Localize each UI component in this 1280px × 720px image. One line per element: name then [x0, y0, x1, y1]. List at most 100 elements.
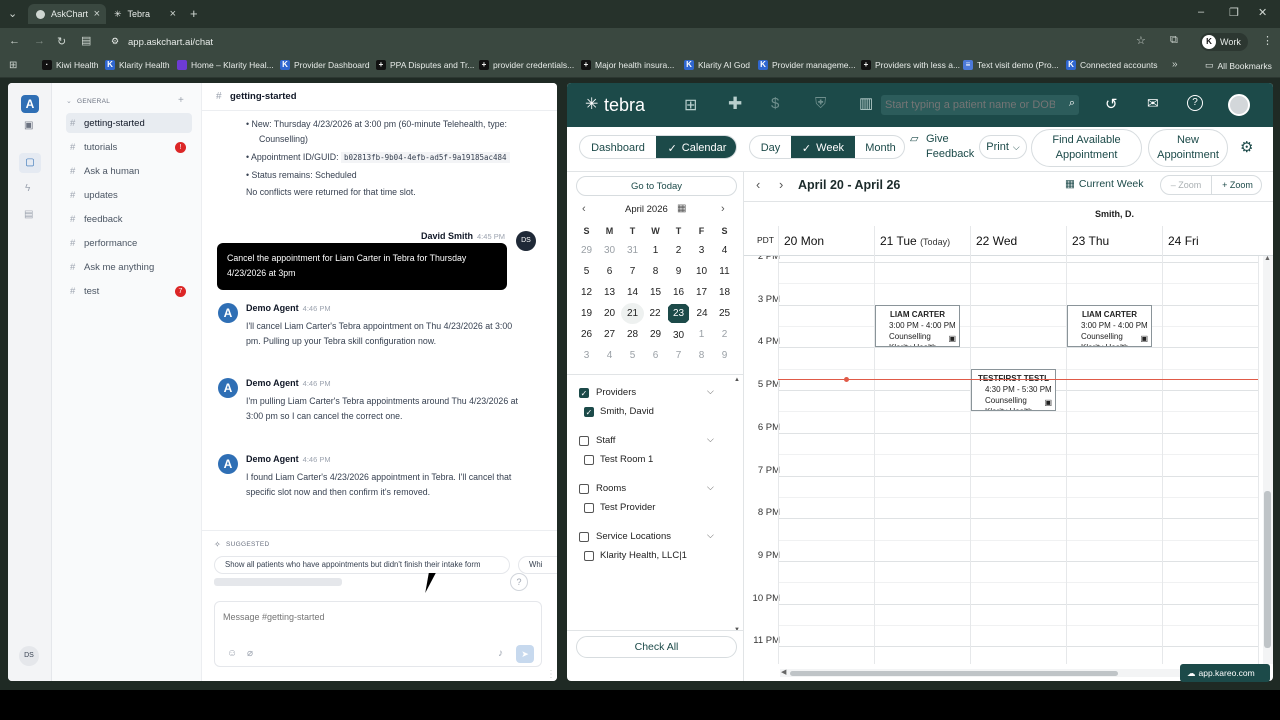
- filter-group-checkbox[interactable]: [579, 484, 589, 494]
- prev-month-icon[interactable]: ‹: [582, 203, 586, 215]
- chevron-down-icon[interactable]: ⌵: [707, 386, 714, 397]
- calendar-day[interactable]: 4: [598, 345, 621, 366]
- attach-icon[interactable]: ⌀: [247, 648, 253, 659]
- calendar-day[interactable]: 1: [690, 324, 713, 345]
- bookmark-item[interactable]: + PPA Disputes and Tr...: [376, 60, 474, 70]
- calendar-day[interactable]: 9: [713, 345, 736, 366]
- filter-group-checkbox[interactable]: [579, 532, 589, 542]
- bookmark-item[interactable]: ≡ Text visit demo (Pro...: [963, 60, 1059, 70]
- horizontal-scroll-thumb[interactable]: [790, 671, 1118, 676]
- channel-feedback[interactable]: # feedback: [66, 209, 192, 229]
- go-to-today-button[interactable]: Go to Today: [576, 176, 737, 196]
- back-icon[interactable]: ←: [9, 35, 20, 47]
- calendar-day[interactable]: 7: [621, 261, 644, 282]
- view-month[interactable]: Month: [855, 136, 904, 158]
- filter-item-checkbox[interactable]: ✓: [584, 407, 594, 417]
- month-label[interactable]: April 2026: [625, 204, 668, 215]
- calendar-day[interactable]: 11: [713, 261, 736, 282]
- bolt-icon[interactable]: ϟ: [25, 183, 30, 194]
- calendar-day[interactable]: 22: [644, 303, 667, 324]
- calendar-day[interactable]: 5: [575, 261, 598, 282]
- calendar-day[interactable]: 1: [644, 240, 667, 261]
- more-bookmarks-icon[interactable]: »: [1172, 59, 1178, 70]
- bookmark-item[interactable]: · Kiwi Health: [42, 60, 99, 70]
- calendar-day[interactable]: 25: [713, 303, 736, 324]
- settings-gear-icon[interactable]: ⚙: [1240, 138, 1253, 156]
- add-channel-icon[interactable]: +: [178, 95, 184, 106]
- grid-icon[interactable]: ⊞: [684, 95, 697, 115]
- minimize-icon[interactable]: –: [1198, 6, 1204, 18]
- tab-tebra[interactable]: ✳ Tebra ×: [106, 4, 182, 24]
- channel-updates[interactable]: # updates: [66, 185, 192, 205]
- bookmark-item[interactable]: K Connected accounts: [1066, 60, 1158, 70]
- inbox-icon[interactable]: ▣: [24, 120, 33, 131]
- tab-dashboard[interactable]: Dashboard: [580, 136, 656, 158]
- zoom-out-button[interactable]: – Zoom: [1161, 176, 1212, 194]
- filter-group-checkbox[interactable]: ✓: [579, 388, 589, 398]
- calendar-day[interactable]: 27: [598, 324, 621, 345]
- channel-performance[interactable]: # performance: [66, 233, 192, 253]
- tab-search-icon[interactable]: ⌄: [8, 7, 17, 20]
- calendar-day[interactable]: 31: [621, 240, 644, 261]
- bookmark-item[interactable]: K Provider manageme...: [758, 60, 856, 70]
- microphone-icon[interactable]: ♪: [498, 648, 503, 659]
- check-all-button[interactable]: Check All: [576, 636, 737, 658]
- help-icon[interactable]: ?: [1187, 95, 1203, 111]
- calendar-day[interactable]: 29: [575, 240, 598, 261]
- message-input[interactable]: [223, 609, 523, 625]
- calendar-day[interactable]: 7: [667, 345, 690, 366]
- close-tab-icon[interactable]: ×: [94, 8, 100, 20]
- appointment-block[interactable]: TESTFIRST TESTL 4:30 PM - 5:30 PM Counse…: [971, 368, 1056, 411]
- extensions-icon[interactable]: ⧉: [1170, 34, 1178, 47]
- calendar-day[interactable]: 3: [690, 240, 713, 261]
- askchart-logo[interactable]: A: [21, 95, 39, 113]
- calendar-day[interactable]: 6: [644, 345, 667, 366]
- chevron-down-icon[interactable]: ⌵: [707, 530, 714, 541]
- channel-ask-a-human[interactable]: # Ask a human: [66, 161, 192, 181]
- zoom-in-button[interactable]: + Zoom: [1212, 176, 1263, 194]
- medical-cross-icon[interactable]: ✚: [728, 94, 742, 114]
- current-week-button[interactable]: ▦ Current Week: [1065, 178, 1144, 190]
- calendar-day[interactable]: 30: [667, 324, 690, 345]
- calendar-day[interactable]: 15: [644, 282, 667, 303]
- new-appointment-button[interactable]: New Appointment: [1148, 129, 1228, 167]
- patient-search-input[interactable]: [885, 97, 1055, 113]
- user-avatar[interactable]: DS: [19, 646, 39, 666]
- calendar-day[interactable]: 10: [690, 261, 713, 282]
- forward-icon[interactable]: →: [34, 35, 45, 47]
- reload-icon[interactable]: ↻: [57, 35, 66, 48]
- bookmark-item[interactable]: Home – Klarity Heal...: [177, 60, 274, 70]
- collapse-icon[interactable]: ⌄: [66, 97, 72, 105]
- calendar-day[interactable]: 2: [713, 324, 736, 345]
- filter-item-checkbox[interactable]: [584, 455, 594, 465]
- bookmark-item[interactable]: K Klarity Health: [105, 60, 170, 70]
- calendar-day[interactable]: 8: [644, 261, 667, 282]
- close-tab-icon[interactable]: ×: [170, 8, 176, 20]
- prev-week-icon[interactable]: ‹: [756, 177, 760, 192]
- calendar-day[interactable]: 30: [598, 240, 621, 261]
- suggestion-scrollbar[interactable]: [214, 578, 342, 586]
- calendar-day[interactable]: 21: [621, 303, 644, 324]
- view-day[interactable]: Day: [750, 136, 791, 158]
- calendar-day[interactable]: 3: [575, 345, 598, 366]
- emoji-icon[interactable]: ☺: [227, 648, 237, 659]
- chevron-down-icon[interactable]: ⌵: [707, 434, 714, 445]
- calendar-day[interactable]: 8: [690, 345, 713, 366]
- vertical-scroll-thumb[interactable]: [1264, 491, 1271, 648]
- give-feedback-button[interactable]: ▱ Give Feedback: [910, 132, 974, 162]
- calendar-day[interactable]: 26: [575, 324, 598, 345]
- channel-test[interactable]: # test 7: [66, 281, 192, 301]
- week-grid[interactable]: 2 PM 3 PM 4 PM 5 PM 6 PM 7 PM 8 PM 9 PM …: [744, 256, 1273, 664]
- suggestion-chip[interactable]: Show all patients who have appointments …: [214, 556, 510, 574]
- suggestion-chip[interactable]: Whi: [518, 556, 557, 574]
- close-window-icon[interactable]: ✕: [1258, 6, 1267, 19]
- next-month-icon[interactable]: ›: [721, 203, 725, 215]
- next-week-icon[interactable]: ›: [779, 177, 783, 192]
- chrome-menu-icon[interactable]: ⋮: [1262, 34, 1273, 47]
- view-week[interactable]: ✓ Week: [791, 136, 855, 158]
- user-avatar[interactable]: [1228, 94, 1250, 116]
- all-bookmarks-button[interactable]: ▭ All Bookmarks: [1205, 60, 1272, 71]
- calendar-day[interactable]: 4: [713, 240, 736, 261]
- calendar-day[interactable]: 28: [621, 324, 644, 345]
- side-panel-icon[interactable]: ▤: [81, 34, 91, 47]
